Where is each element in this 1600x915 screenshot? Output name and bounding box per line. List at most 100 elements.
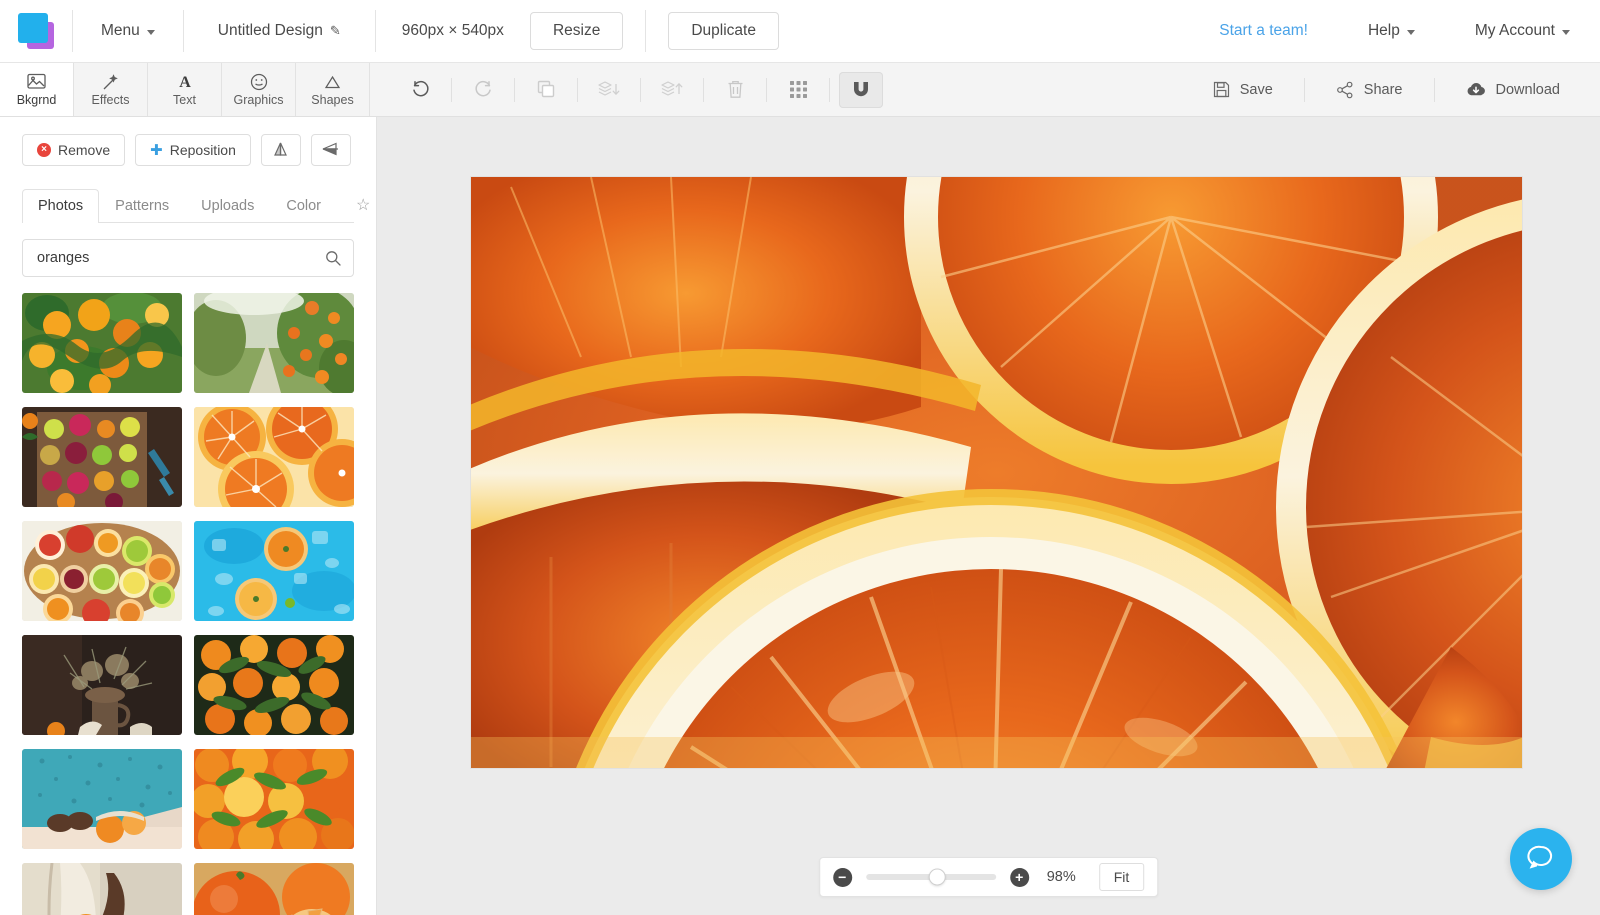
canvas-dimensions: 960px × 540px [401, 22, 504, 39]
flip-horizontal-button[interactable] [310, 134, 351, 166]
photo-thumbnail[interactable] [194, 521, 354, 621]
help-dropdown[interactable]: Help [1338, 0, 1445, 63]
fit-button[interactable]: Fit [1098, 863, 1145, 891]
tool-tab-graphics[interactable]: Graphics [222, 63, 296, 116]
main-toolbar: Bkgrnd Effects A Text Graphics Shapes Sa… [0, 63, 1600, 117]
text-a-icon: A [176, 72, 194, 91]
tool-tab-label: Graphics [233, 93, 284, 107]
photo-thumbnail[interactable] [194, 863, 354, 915]
search-input[interactable] [37, 250, 325, 266]
toolbar-separator [1303, 77, 1305, 102]
toolbar-right-actions: Save Share Download [1191, 63, 1600, 116]
tool-tab-label: Bkgrnd [16, 93, 57, 107]
tool-tab-effects[interactable]: Effects [74, 63, 148, 116]
background-panel: × Remove ✚ Reposition Photos Patterns Up… [0, 117, 377, 915]
photo-thumbnail[interactable] [22, 293, 182, 393]
image-icon [27, 72, 46, 91]
flip-horizontal-icon [321, 141, 340, 160]
canvas-image [471, 177, 1522, 768]
search-icon[interactable] [325, 250, 341, 266]
save-icon [1213, 81, 1230, 98]
remove-label: Remove [58, 142, 111, 158]
tool-tab-shapes[interactable]: Shapes [296, 63, 370, 116]
layer-up-button[interactable] [650, 72, 694, 108]
panel-tab-patterns[interactable]: Patterns [99, 189, 185, 223]
photo-thumbnail[interactable] [194, 293, 354, 393]
flip-vertical-button[interactable] [260, 134, 301, 166]
search-section [0, 223, 376, 277]
canvas-area[interactable]: − + 98% Fit [377, 117, 1600, 915]
panel-tab-color[interactable]: Color [270, 189, 337, 223]
toolbar-separator [640, 77, 641, 102]
flip-vertical-icon [272, 141, 289, 160]
toolbar-separator [703, 77, 704, 102]
zoom-in-button[interactable]: + [1009, 867, 1029, 887]
layer-down-button[interactable] [587, 72, 631, 108]
tool-tab-text[interactable]: A Text [148, 63, 222, 116]
duplicate-button[interactable] [524, 72, 568, 108]
app-header: Menu Untitled Design ✎ 960px × 540px Res… [0, 0, 1600, 63]
download-cloud-icon [1466, 81, 1486, 98]
move-icon: ✚ [150, 141, 163, 159]
save-label: Save [1239, 81, 1273, 98]
photo-thumbnail[interactable] [22, 863, 182, 915]
grid-button[interactable] [776, 72, 820, 108]
toolbar-separator [451, 77, 452, 102]
my-account-dropdown[interactable]: My Account [1445, 0, 1600, 63]
toolbar-separator [514, 77, 515, 102]
start-a-team-link[interactable]: Start a team! [1189, 22, 1338, 40]
photo-thumbnail[interactable] [22, 749, 182, 849]
reposition-button[interactable]: ✚ Reposition [135, 134, 251, 166]
photo-thumbnail[interactable] [194, 407, 354, 507]
tool-tab-group: Bkgrnd Effects A Text Graphics Shapes [0, 63, 370, 116]
logo-blue-square [18, 13, 48, 43]
star-icon[interactable]: ☆ [343, 186, 376, 223]
chevron-down-icon [146, 29, 155, 35]
share-button[interactable]: Share [1314, 72, 1425, 108]
duplicate-button[interactable]: Duplicate [668, 12, 779, 50]
save-button[interactable]: Save [1191, 72, 1295, 108]
photo-thumbnail[interactable] [22, 407, 182, 507]
pencil-icon[interactable]: ✎ [330, 23, 341, 39]
app-logo[interactable] [0, 13, 72, 49]
panel-tab-photos[interactable]: Photos [22, 189, 100, 223]
design-canvas[interactable] [471, 177, 1522, 768]
photo-thumbnail[interactable] [194, 635, 354, 735]
header-divider [645, 10, 647, 52]
tool-tab-label: Effects [91, 93, 130, 107]
download-button[interactable]: Download [1444, 72, 1583, 108]
remove-icon: × [37, 143, 51, 157]
menu-dropdown[interactable]: Menu [73, 0, 183, 63]
design-title[interactable]: Untitled Design ✎ [184, 0, 375, 63]
search-box[interactable] [22, 239, 354, 277]
zoom-slider-handle[interactable] [928, 868, 946, 886]
resize-button[interactable]: Resize [529, 12, 624, 50]
delete-button[interactable] [713, 72, 757, 108]
toolbar-separator [1433, 77, 1435, 102]
zoom-out-button[interactable]: − [832, 867, 852, 887]
tool-tab-label: Text [173, 93, 196, 107]
photo-thumbnail[interactable] [22, 635, 182, 735]
smiley-icon [250, 72, 268, 91]
panel-tab-uploads[interactable]: Uploads [185, 189, 270, 223]
remove-background-button[interactable]: × Remove [22, 134, 126, 166]
editor-body: × Remove ✚ Reposition Photos Patterns Up… [0, 117, 1600, 915]
toolbar-separator [577, 77, 578, 102]
toolbar-actions [370, 63, 883, 116]
photo-thumbnail[interactable] [22, 521, 182, 621]
zoom-control-bar: − + 98% Fit [818, 857, 1159, 897]
toolbar-separator [829, 77, 830, 102]
snap-magnet-button[interactable] [839, 71, 883, 108]
panel-tab-group: Photos Patterns Uploads Color ☆ [22, 186, 370, 223]
svg-text:A: A [179, 74, 191, 90]
panel-action-row: × Remove ✚ Reposition [0, 117, 376, 176]
redo-button[interactable] [461, 72, 505, 108]
help-chat-button[interactable] [1510, 828, 1572, 890]
photo-thumbnail[interactable] [194, 749, 354, 849]
undo-button[interactable] [398, 72, 442, 108]
zoom-slider[interactable] [865, 868, 996, 886]
chevron-down-icon [1562, 29, 1570, 35]
chevron-down-icon [1406, 29, 1415, 35]
share-label: Share [1363, 81, 1403, 98]
tool-tab-bkgrnd[interactable]: Bkgrnd [0, 63, 74, 116]
